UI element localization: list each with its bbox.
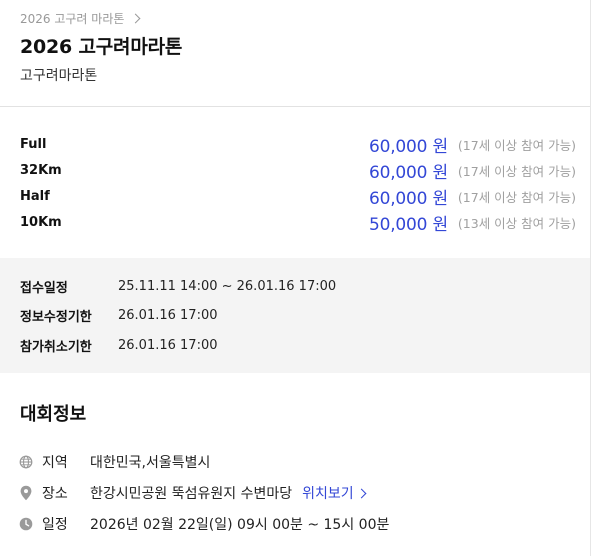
event-subtitle: 고구려마라톤 — [20, 68, 98, 84]
info-value: 한강시민공원 뚝섬유원지 수변마당 — [90, 486, 293, 502]
info-row-date: 일정 2026년 02월 22일(일) 09시 00분 ~ 15시 00분 — [18, 514, 389, 534]
view-location-link[interactable]: 위치보기 — [302, 483, 367, 503]
clock-icon — [18, 516, 34, 532]
price-category: 32Km — [20, 162, 62, 178]
schedule-row-cancel-deadline: 참가취소기한 26.01.16 17:00 — [20, 336, 218, 355]
info-row-venue: 장소 한강시민공원 뚝섬유원지 수변마당 위치보기 — [18, 483, 367, 503]
price-row-32km: 32Km 60,000 원 (17세 이상 참여 가능) — [20, 157, 576, 183]
age-requirement: (13세 이상 참여 가능) — [457, 215, 576, 231]
price-category: Half — [20, 188, 50, 204]
chevron-right-icon — [130, 13, 141, 24]
section-title: 대회정보 — [20, 404, 87, 425]
info-row-region: 지역 대한민국,서울특별시 — [18, 452, 210, 472]
view-location-label[interactable]: 위치보기 — [302, 483, 354, 503]
divider — [0, 106, 590, 107]
schedule-label: 접수일정 — [20, 281, 68, 296]
schedule-row-edit-deadline: 정보수정기한 26.01.16 17:00 — [20, 306, 218, 325]
schedule-label: 참가취소기한 — [20, 340, 92, 355]
schedule-value: 26.01.16 17:00 — [118, 308, 218, 323]
price-category: 10Km — [20, 214, 62, 230]
price-amount: 60,000 원 — [368, 188, 448, 209]
info-label: 일정 — [42, 517, 68, 533]
schedule-panel: 접수일정 25.11.11 14:00 ~ 26.01.16 17:00 정보수… — [0, 258, 590, 373]
schedule-row-registration: 접수일정 25.11.11 14:00 ~ 26.01.16 17:00 — [20, 277, 336, 296]
breadcrumb[interactable]: 2026 고구려 마라톤 — [20, 10, 141, 27]
age-requirement: (17세 이상 참여 가능) — [457, 137, 576, 153]
info-value: 2026년 02월 22일(일) 09시 00분 ~ 15시 00분 — [90, 517, 390, 533]
price-list: Full 60,000 원 (17세 이상 참여 가능) 32Km 60,000… — [20, 131, 576, 235]
price-row-full: Full 60,000 원 (17세 이상 참여 가능) — [20, 131, 576, 157]
price-amount: 60,000 원 — [368, 162, 448, 183]
price-amount: 50,000 원 — [368, 214, 448, 235]
schedule-label: 정보수정기한 — [20, 310, 92, 325]
location-pin-icon — [18, 485, 34, 501]
page-title: 2026 고구려마라톤 — [20, 36, 183, 58]
price-amount: 60,000 원 — [368, 136, 448, 157]
age-requirement: (17세 이상 참여 가능) — [457, 189, 576, 205]
info-label: 지역 — [42, 455, 68, 471]
chevron-right-icon — [356, 488, 367, 498]
globe-icon — [18, 454, 34, 470]
age-requirement: (17세 이상 참여 가능) — [457, 163, 576, 179]
price-category: Full — [20, 136, 47, 152]
schedule-value: 25.11.11 14:00 ~ 26.01.16 17:00 — [118, 279, 337, 294]
price-row-10km: 10Km 50,000 원 (13세 이상 참여 가능) — [20, 209, 576, 235]
event-detail-panel: 2026 고구려 마라톤 2026 고구려마라톤 고구려마라톤 Full 60,… — [0, 0, 591, 556]
info-value: 대한민국,서울특별시 — [90, 455, 211, 471]
info-label: 장소 — [42, 486, 68, 502]
price-row-half: Half 60,000 원 (17세 이상 참여 가능) — [20, 183, 576, 209]
schedule-value: 26.01.16 17:00 — [118, 338, 218, 353]
breadcrumb-label[interactable]: 2026 고구려 마라톤 — [20, 10, 124, 27]
